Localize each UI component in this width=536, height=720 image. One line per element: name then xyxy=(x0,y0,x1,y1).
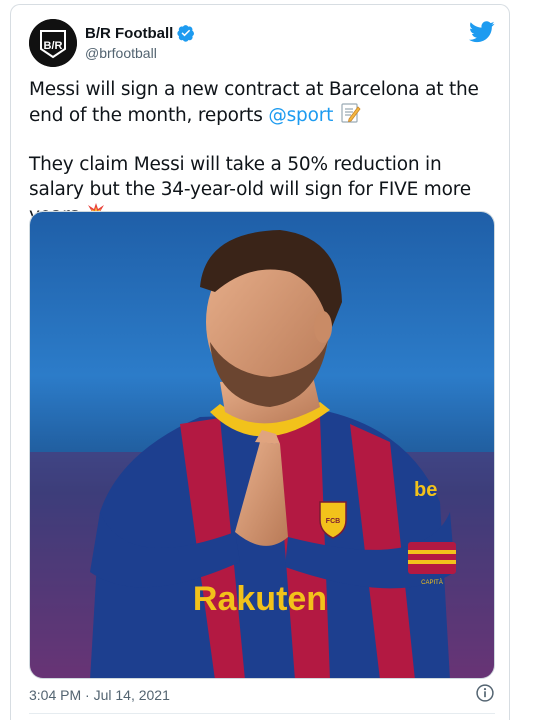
avatar[interactable]: B/R xyxy=(29,19,77,67)
shirt-sponsor: Rakuten xyxy=(193,580,327,618)
messi-photo: FCB Rakuten be CAPITÀ xyxy=(30,212,494,678)
tweet-photo[interactable]: FCB Rakuten be CAPITÀ xyxy=(29,211,495,679)
tweet-text: Messi will sign a new contract at Barcel… xyxy=(29,77,499,228)
tweet-footer: 3:04 PM · Jul 14, 2021 xyxy=(29,683,495,709)
verified-badge-icon xyxy=(177,25,195,42)
sleeve-brand: be xyxy=(414,479,437,501)
memo-emoji-icon xyxy=(341,103,361,123)
display-name[interactable]: B/R Football xyxy=(85,25,173,42)
armband-text: CAPITÀ xyxy=(421,579,443,586)
twitter-bird-icon[interactable] xyxy=(469,21,495,43)
tweet-text-line1: Messi will sign a new contract at Barcel… xyxy=(29,79,479,126)
tweet-header: B/R B/R Football @brfootball xyxy=(29,19,495,67)
tweet-paragraph-1: Messi will sign a new contract at Barcel… xyxy=(29,77,499,128)
tweet-card: B/R B/R Football @brfootball Messi will … xyxy=(10,4,510,720)
mention-link[interactable]: @sport xyxy=(268,105,333,126)
club-badge-text: FCB xyxy=(326,518,340,525)
handle[interactable]: @brfootball xyxy=(85,45,157,61)
timestamp-link[interactable]: 3:04 PM · Jul 14, 2021 xyxy=(29,687,170,703)
name-row: B/R Football xyxy=(85,24,195,42)
divider xyxy=(29,713,495,714)
br-logo: B/R xyxy=(29,19,77,67)
avatar-logo-text: B/R xyxy=(44,40,63,52)
info-icon[interactable] xyxy=(475,683,495,703)
